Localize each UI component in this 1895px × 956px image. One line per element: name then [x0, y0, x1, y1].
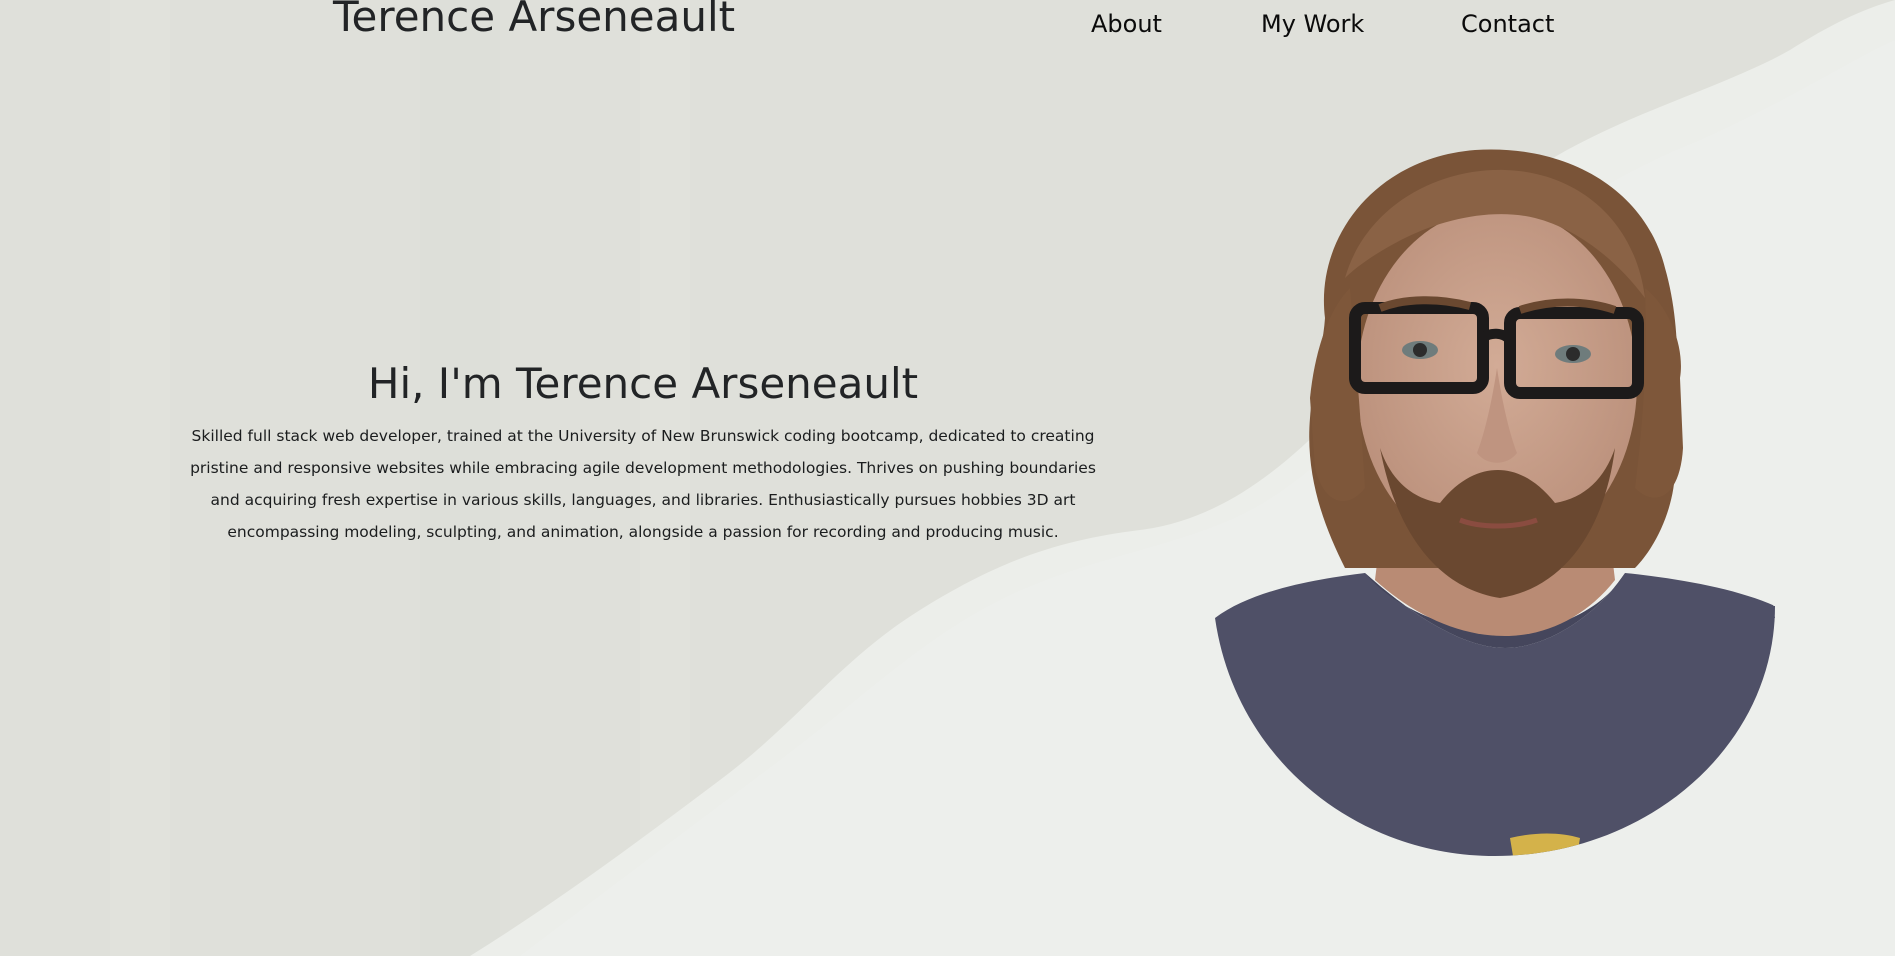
hero-bio: Skilled full stack web developer, traine…	[190, 427, 1096, 541]
portrait-photo	[1215, 149, 1775, 856]
nav-link-my-work[interactable]: My Work	[1261, 6, 1364, 42]
hero-heading: Hi, I'm Terence Arseneault	[367, 359, 919, 408]
site-title[interactable]: Terence Arseneault	[333, 0, 735, 47]
nav-link-about[interactable]: About	[1091, 6, 1162, 42]
nav-link-contact[interactable]: Contact	[1461, 6, 1554, 42]
hero-section: Hi, I'm Terence Arseneault Skilled full …	[183, 356, 1103, 548]
main-nav: About My Work Contact	[1070, 6, 1580, 42]
